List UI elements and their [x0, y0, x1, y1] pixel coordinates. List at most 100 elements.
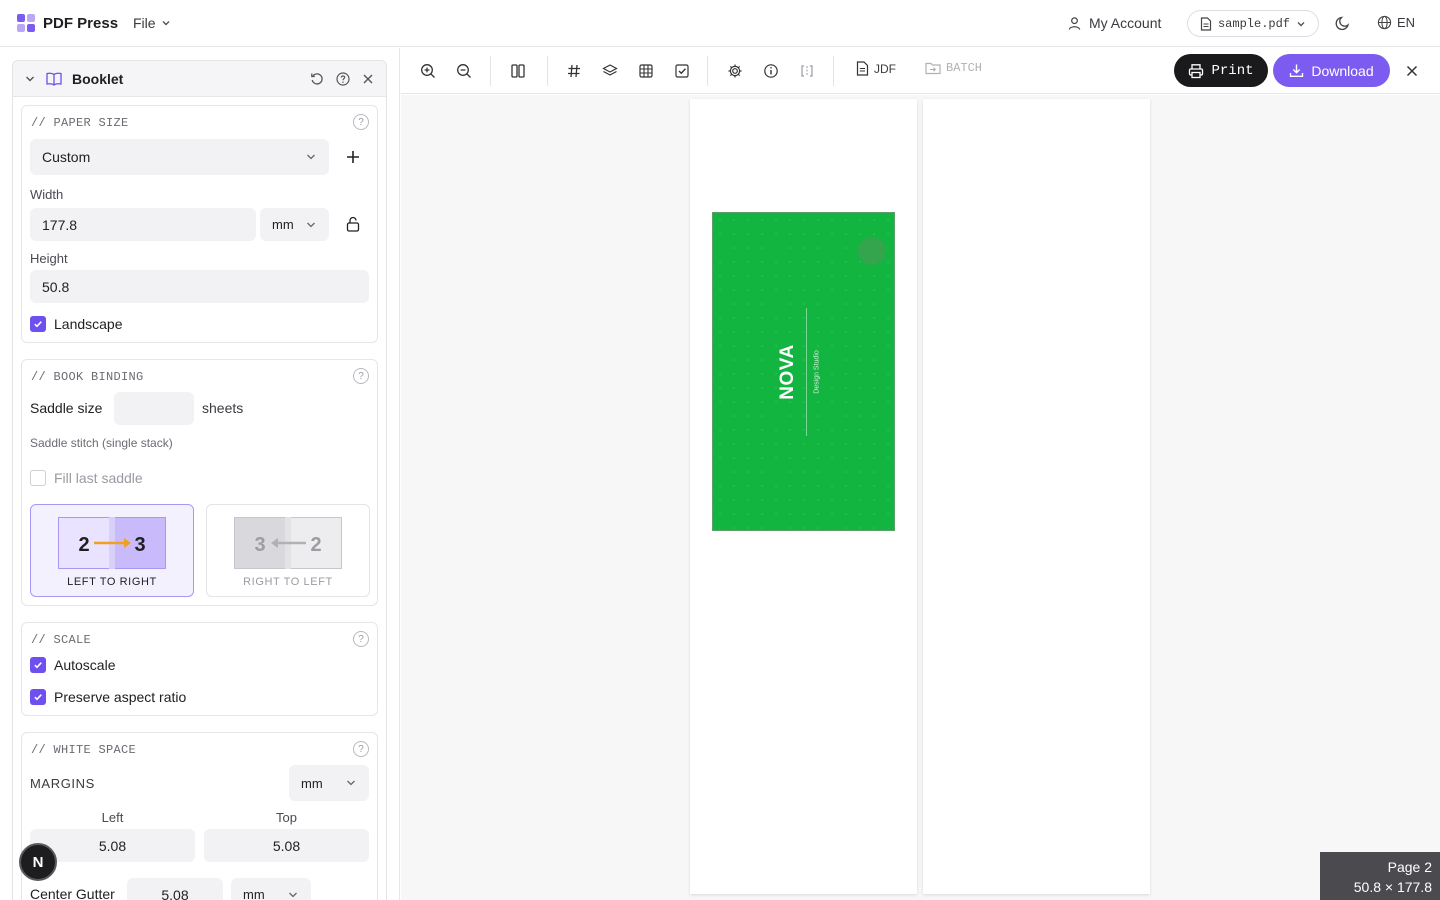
- close-icon[interactable]: [362, 73, 374, 85]
- margin-left-value: 5.08: [98, 837, 127, 854]
- center-gutter-label: Center Gutter: [30, 886, 115, 900]
- checkbox-icon[interactable]: [673, 62, 691, 80]
- theme-toggle-moon-icon[interactable]: [1335, 15, 1351, 31]
- left-to-right-label: LEFT TO RIGHT: [67, 576, 157, 588]
- section-title: // BOOK BINDING: [31, 370, 144, 384]
- toolbar-divider: [707, 56, 708, 86]
- fill-last-saddle-label: Fill last saddle: [54, 470, 143, 486]
- download-label: Download: [1311, 62, 1374, 79]
- saddle-size-label: Saddle size: [30, 400, 103, 416]
- chevron-down-icon: [347, 780, 355, 786]
- toolbar-divider: [490, 56, 491, 86]
- grid-icon[interactable]: [637, 62, 655, 80]
- top-bar: PDF Press File My Account sample.pdf EN: [0, 0, 1440, 47]
- batch-folder-icon: [925, 62, 941, 75]
- add-icon[interactable]: [346, 150, 360, 164]
- rtl-page-a: 3: [254, 534, 265, 556]
- unit-select[interactable]: mm: [260, 208, 329, 241]
- chevron-down-icon: [1297, 21, 1305, 26]
- download-icon: [1290, 64, 1304, 77]
- document-icon: [856, 61, 869, 76]
- saddle-size-input[interactable]: [114, 392, 194, 425]
- right-to-left-option[interactable]: 3 2 RIGHT TO LEFT: [206, 504, 370, 597]
- two-page-view-icon[interactable]: [509, 62, 527, 80]
- white-space-section: // WHITE SPACE ? MARGINS mm Left Top 5.0…: [21, 732, 378, 900]
- booklet-panel-header: Booklet: [13, 61, 386, 97]
- language-selector[interactable]: EN: [1377, 15, 1415, 30]
- brand[interactable]: PDF Press: [17, 14, 118, 32]
- download-button[interactable]: Download: [1273, 54, 1390, 87]
- ltr-page-b: 3: [134, 534, 145, 556]
- hash-icon[interactable]: [565, 62, 583, 80]
- zoom-in-icon[interactable]: [419, 62, 437, 80]
- height-input[interactable]: 50.8: [30, 270, 369, 303]
- help-icon[interactable]: ?: [353, 368, 369, 384]
- settings-gear-icon[interactable]: [726, 62, 744, 80]
- page-info-badge: Page 2 50.8 × 177.8: [1320, 852, 1440, 900]
- center-gutter-input[interactable]: 5.08: [127, 878, 223, 900]
- my-account-button[interactable]: My Account: [1067, 15, 1161, 31]
- toolbar-divider: [547, 56, 548, 86]
- saddle-stitch-note: Saddle stitch (single stack): [30, 436, 173, 450]
- autoscale-checkbox[interactable]: Autoscale: [30, 657, 115, 673]
- margins-unit-value: mm: [301, 775, 323, 791]
- checkbox-checked-icon: [30, 657, 46, 673]
- decorative-circle: [858, 237, 886, 265]
- gutter-unit-value: mm: [243, 887, 265, 900]
- margins-unit-select[interactable]: mm: [289, 765, 369, 801]
- paper-size-section: // PAPER SIZE ? Custom Width 177.8 mm He…: [21, 105, 378, 343]
- preserve-aspect-checkbox[interactable]: Preserve aspect ratio: [30, 689, 186, 705]
- landscape-checkbox[interactable]: Landscape: [30, 316, 123, 332]
- chevron-down-icon: [289, 892, 297, 897]
- file-icon: [1200, 16, 1212, 31]
- help-icon[interactable]: [336, 71, 350, 86]
- paper-size-select[interactable]: Custom: [30, 139, 329, 175]
- help-icon[interactable]: ?: [353, 631, 369, 647]
- landscape-label: Landscape: [54, 316, 123, 332]
- page-dimensions: 50.8 × 177.8: [1353, 879, 1432, 895]
- preview-page-left: NOVA Design Studio: [690, 99, 917, 894]
- file-selector[interactable]: sample.pdf: [1187, 10, 1319, 37]
- zoom-out-icon[interactable]: [455, 62, 473, 80]
- checkbox-checked-icon: [30, 316, 46, 332]
- chevron-down-icon: [162, 21, 170, 26]
- spread-bracket-icon[interactable]: [798, 62, 816, 80]
- margin-top-input[interactable]: 5.08: [204, 829, 369, 862]
- scale-section: // SCALE ? Autoscale Preserve aspect rat…: [21, 622, 378, 716]
- margin-left-label: Left: [101, 810, 124, 825]
- chevron-down-icon[interactable]: [24, 73, 36, 85]
- book-binding-section: // BOOK BINDING ? Saddle size sheets Sad…: [21, 359, 378, 606]
- file-menu[interactable]: File: [133, 15, 171, 31]
- fill-last-saddle-checkbox[interactable]: Fill last saddle: [30, 470, 143, 486]
- reset-icon[interactable]: [310, 72, 324, 86]
- layers-icon[interactable]: [601, 62, 619, 80]
- globe-icon: [1377, 15, 1392, 30]
- unit-value: mm: [272, 217, 294, 232]
- dev-tools-badge[interactable]: N: [19, 843, 57, 881]
- paper-size-value: Custom: [42, 149, 91, 165]
- help-icon[interactable]: ?: [353, 114, 369, 130]
- preview-toolbar: JDF BATCH Print Download: [401, 48, 1440, 94]
- toolbar-divider: [833, 56, 834, 86]
- jdf-label: JDF: [874, 61, 896, 76]
- width-input[interactable]: 177.8: [30, 208, 256, 241]
- chevron-down-icon: [307, 222, 315, 227]
- brand-name: PDF Press: [43, 14, 119, 32]
- left-to-right-option[interactable]: 2 3 LEFT TO RIGHT: [30, 504, 194, 597]
- brand-logo-icon: [17, 14, 35, 32]
- print-button[interactable]: Print: [1174, 54, 1268, 87]
- help-icon[interactable]: ?: [353, 741, 369, 757]
- rtl-page-b: 2: [310, 534, 321, 556]
- gutter-unit-select[interactable]: mm: [231, 878, 311, 900]
- my-account-label: My Account: [1089, 15, 1162, 31]
- jdf-button[interactable]: JDF: [856, 61, 896, 76]
- unlock-icon[interactable]: [346, 216, 360, 232]
- close-preview-icon[interactable]: [1403, 62, 1421, 80]
- batch-button[interactable]: BATCH: [925, 61, 982, 75]
- margin-top-label: Top: [276, 810, 297, 825]
- info-icon[interactable]: [762, 62, 780, 80]
- batch-label: BATCH: [946, 61, 983, 75]
- divider-line: [806, 308, 807, 436]
- checkbox-checked-icon: [30, 689, 46, 705]
- page-number: Page 2: [1387, 859, 1432, 875]
